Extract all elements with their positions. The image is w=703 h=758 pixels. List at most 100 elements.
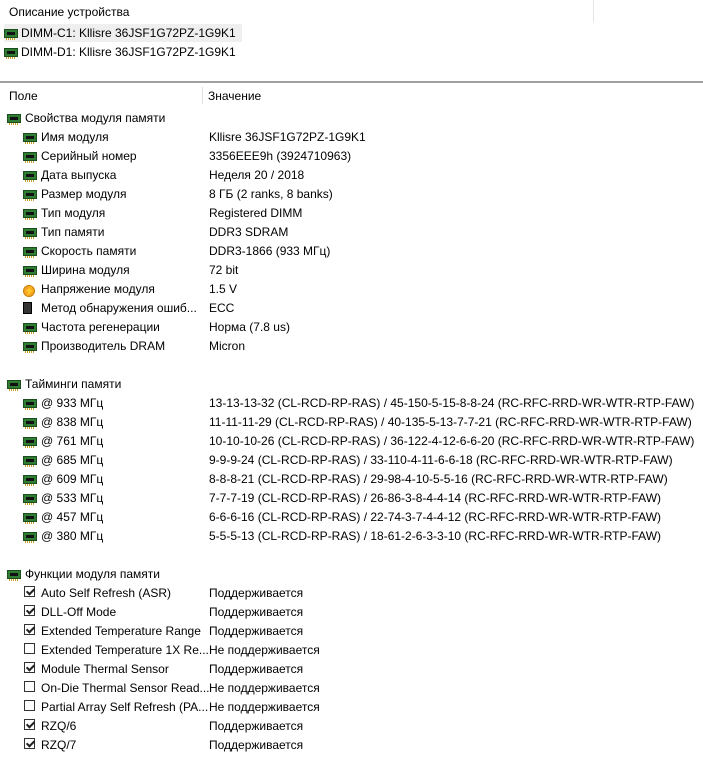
property-row[interactable]: Размер модуля 8 ГБ (2 ranks, 8 banks) [0, 184, 703, 203]
checkbox-checked-icon[interactable] [24, 605, 35, 619]
property-row[interactable]: Скорость памяти DDR3-1866 (933 МГц) [0, 241, 703, 260]
property-row[interactable]: Extended Temperature Range Поддерживается [0, 621, 703, 640]
property-row[interactable]: Extended Temperature 1X Re... Не поддержи… [0, 640, 703, 659]
property-name: Имя модуля [41, 130, 109, 144]
property-row[interactable]: Partial Array Self Refresh (PA... Не подд… [0, 697, 703, 716]
property-name: @ 609 МГц [41, 472, 104, 486]
checkbox-checked-icon[interactable] [24, 662, 35, 676]
group-props[interactable]: Свойства модуля памяти [0, 108, 703, 127]
checkbox-checked-icon[interactable] [24, 624, 35, 638]
property-row[interactable]: @ 685 МГц 9-9-9-24 (CL-RCD-RP-RAS) / 33-1… [0, 450, 703, 469]
ram-icon [4, 47, 18, 59]
checkbox-checked-icon[interactable] [24, 738, 35, 752]
property-value: Micron [209, 339, 246, 353]
property-name: Напряжение модуля [41, 282, 155, 296]
property-value: Не поддерживается [209, 700, 320, 714]
property-name: @ 933 МГц [41, 396, 104, 410]
property-value: 6-6-6-16 (CL-RCD-RP-RAS) / 22-74-3-7-4-4… [209, 510, 662, 524]
property-name: RZQ/6 [41, 719, 77, 733]
column-header-field[interactable]: Поле [9, 89, 38, 103]
ram-icon [23, 397, 37, 411]
checkbox-unchecked-icon[interactable] [24, 700, 35, 714]
property-row[interactable]: DLL-Off Mode Поддерживается [0, 602, 703, 621]
property-row[interactable]: Ширина модуля 72 bit [0, 260, 703, 279]
property-name: @ 761 МГц [41, 434, 104, 448]
device-item-dimm-c1[interactable]: DIMM-C1: Kllisre 36JSF1G72PZ-1G9K1 [4, 24, 242, 42]
ram-icon [23, 416, 37, 430]
group-features[interactable]: Функции модуля памяти [0, 564, 703, 583]
checkbox-checked-icon[interactable] [24, 719, 35, 733]
property-value: Kllisre 36JSF1G72PZ-1G9K1 [209, 130, 366, 144]
ram-icon [7, 378, 21, 392]
ram-icon [7, 568, 21, 582]
property-value: Не поддерживается [209, 643, 320, 657]
property-name: Ширина модуля [41, 263, 130, 277]
property-name: Тип модуля [41, 206, 106, 220]
property-row[interactable]: Дата выпуска Неделя 20 / 2018 [0, 165, 703, 184]
property-name: Метод обнаружения ошиб... [41, 301, 197, 315]
property-value: 8-8-8-21 (CL-RCD-RP-RAS) / 29-98-4-10-5-… [209, 472, 668, 486]
property-row[interactable]: Серийный номер 3356EEE9h (3924710963) [0, 146, 703, 165]
property-name: @ 838 МГц [41, 415, 104, 429]
group-label: Тайминги памяти [25, 377, 122, 391]
group-label: Функции модуля памяти [25, 567, 160, 581]
property-row[interactable]: @ 838 МГц 11-11-11-29 (CL-RCD-RP-RAS) / 4… [0, 412, 703, 431]
property-row[interactable]: Имя модуля Kllisre 36JSF1G72PZ-1G9K1 [0, 127, 703, 146]
property-row[interactable]: @ 380 МГц 5-5-5-13 (CL-RCD-RP-RAS) / 18-6… [0, 526, 703, 545]
ram-icon [23, 435, 37, 449]
property-name: @ 457 МГц [41, 510, 104, 524]
property-name: Серийный номер [41, 149, 137, 163]
properties-grid: Свойства модуля памяти Имя модуля Kllisre … [0, 108, 703, 754]
ram-icon [23, 454, 37, 468]
property-row[interactable]: @ 609 МГц 8-8-8-21 (CL-RCD-RP-RAS) / 29-9… [0, 469, 703, 488]
property-value: Registered DIMM [209, 206, 303, 220]
spacer-row [0, 545, 703, 564]
property-value: 9-9-9-24 (CL-RCD-RP-RAS) / 33-110-4-11-6… [209, 453, 673, 467]
property-name: Partial Array Self Refresh (PA... [41, 700, 209, 714]
group-label: Свойства модуля памяти [25, 111, 166, 125]
device-description-title: Описание устройства [9, 5, 130, 19]
column-header-value[interactable]: Значение [208, 89, 261, 103]
device-description-header[interactable]: Описание устройства [0, 0, 594, 22]
checkbox-unchecked-icon[interactable] [24, 681, 35, 695]
ram-icon [23, 340, 37, 354]
property-row[interactable]: Тип модуля Registered DIMM [0, 203, 703, 222]
property-row[interactable]: @ 533 МГц 7-7-7-19 (CL-RCD-RP-RAS) / 26-8… [0, 488, 703, 507]
property-name: @ 533 МГц [41, 491, 104, 505]
ram-icon [23, 245, 37, 259]
pane-splitter[interactable] [0, 81, 703, 83]
property-row[interactable]: @ 457 МГц 6-6-6-16 (CL-RCD-RP-RAS) / 22-7… [0, 507, 703, 526]
property-value: Не поддерживается [209, 681, 320, 695]
group-timings[interactable]: Тайминги памяти [0, 374, 703, 393]
property-value: DDR3-1866 (933 МГц) [209, 244, 331, 258]
voltage-icon: ⚡ [23, 285, 36, 297]
property-row[interactable]: RZQ/7 Поддерживается [0, 735, 703, 754]
property-row[interactable]: Тип памяти DDR3 SDRAM [0, 222, 703, 241]
property-row[interactable]: ⚡ Напряжение модуля 1.5 V [0, 279, 703, 298]
checkbox-unchecked-icon[interactable] [24, 643, 35, 657]
ram-icon [23, 264, 37, 278]
property-row[interactable]: Метод обнаружения ошиб... ECC [0, 298, 703, 317]
spacer-row [0, 355, 703, 374]
ram-icon [23, 492, 37, 506]
property-name: RZQ/7 [41, 738, 77, 752]
property-value: 3356EEE9h (3924710963) [209, 149, 352, 163]
property-row[interactable]: Module Thermal Sensor Поддерживается [0, 659, 703, 678]
property-row[interactable]: Частота регенерации Норма (7.8 us) [0, 317, 703, 336]
property-value: 72 bit [209, 263, 239, 277]
device-item-dimm-d1[interactable]: DIMM-D1: Kllisre 36JSF1G72PZ-1G9K1 [4, 43, 236, 61]
device-description-pane: Описание устройства DIMM-C1: Kllisre 36J… [0, 0, 703, 80]
property-row[interactable]: Производитель DRAM Micron [0, 336, 703, 355]
property-row[interactable]: RZQ/6 Поддерживается [0, 716, 703, 735]
chip-icon [23, 302, 32, 317]
property-row[interactable]: @ 933 МГц 13-13-13-32 (CL-RCD-RP-RAS) / 4… [0, 393, 703, 412]
ram-icon [23, 188, 37, 202]
ram-icon [23, 226, 37, 240]
checkbox-checked-icon[interactable] [24, 586, 35, 600]
property-row[interactable]: Auto Self Refresh (ASR) Поддерживается [0, 583, 703, 602]
property-row[interactable]: @ 761 МГц 10-10-10-26 (CL-RCD-RP-RAS) / 3… [0, 431, 703, 450]
property-row[interactable]: On-Die Thermal Sensor Read... Не поддержи… [0, 678, 703, 697]
column-separator[interactable] [202, 87, 203, 104]
ram-icon [23, 530, 37, 544]
property-value: 8 ГБ (2 ranks, 8 banks) [209, 187, 333, 201]
